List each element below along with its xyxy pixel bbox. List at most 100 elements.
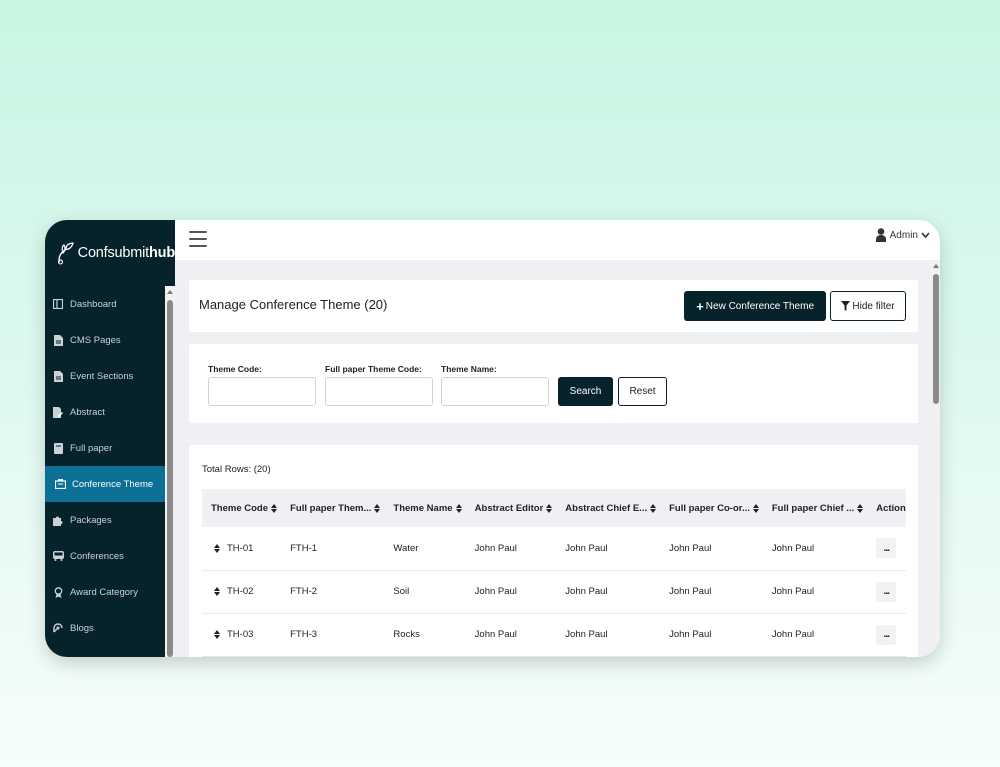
sidebar-item-event-sections[interactable]: Event Sections [45, 358, 165, 394]
column-header-theme-name[interactable]: Theme Name [384, 489, 465, 527]
scroll-up-icon[interactable] [933, 264, 939, 268]
main-scrollbar[interactable] [932, 260, 940, 657]
sort-icon[interactable] [374, 503, 381, 513]
sidebar-item-conference-theme[interactable]: Conference Theme [45, 466, 165, 502]
full-paper-code-cell: FTH-1 [290, 542, 318, 554]
leaf-logo-icon [57, 242, 74, 265]
app-window: Confsubmithub Dashboard CMS Pages Event … [45, 220, 940, 657]
blog-icon [52, 622, 64, 634]
filter-panel: Theme Code: Full paper Theme Code: Theme… [189, 344, 918, 423]
new-conference-theme-label: New Conference Theme [705, 300, 814, 312]
drag-sort-icon[interactable] [214, 586, 220, 596]
sidebar-scrollbar[interactable] [165, 286, 175, 657]
table-row: TH-03 FTH-3 Rocks John Paul John Paul Jo… [202, 613, 906, 656]
table-card: Total Rows: (20) Theme Code Full paper T… [189, 445, 918, 657]
document-edit-icon [52, 406, 64, 418]
column-header-action: Action [876, 502, 906, 514]
drag-sort-icon[interactable] [214, 543, 220, 553]
sidebar-item-label: CMS Pages [70, 334, 121, 346]
full-paper-theme-code-input[interactable] [325, 377, 433, 406]
theme-name-cell: Soil [393, 586, 410, 597]
theme-name-label: Theme Name: [441, 364, 497, 374]
sidebar-scroll-thumb[interactable] [167, 300, 173, 657]
top-bar: Admin [175, 220, 940, 260]
theme-code-cell: TH-02 [202, 570, 281, 613]
hide-filter-label: Hide filter [852, 300, 895, 312]
action-cell: ... [867, 613, 906, 656]
brand-name: Confsubmithub [77, 245, 176, 261]
theme-name-cell: Rocks [393, 629, 420, 640]
content: Manage Conference Theme (20) + New Confe… [189, 280, 918, 657]
sort-icon[interactable] [455, 503, 462, 513]
main-area: Admin Manage Conference Theme (20) + New… [175, 220, 940, 657]
bus-icon [52, 550, 64, 562]
full-paper-coordinator-cell: John Paul [669, 542, 712, 554]
abstract-editor-cell: John Paul [474, 542, 517, 554]
sidebar-item-label: Conferences [70, 550, 124, 562]
scroll-up-icon[interactable] [167, 290, 173, 294]
document-icon [52, 334, 64, 346]
sidebar-item-label: Abstract [70, 406, 105, 418]
drag-sort-icon[interactable] [214, 629, 220, 639]
dashboard-icon [52, 298, 64, 310]
paper-icon [52, 442, 64, 454]
theme-name-input[interactable] [441, 377, 549, 406]
sort-icon[interactable] [650, 503, 657, 513]
puzzle-icon [52, 514, 64, 526]
more-actions-button[interactable]: ... [876, 538, 897, 559]
column-header-full-paper-chief[interactable]: Full paper Chief ... [763, 489, 867, 527]
user-menu[interactable]: Admin [875, 228, 930, 242]
total-rows: Total Rows: (20) [202, 464, 271, 475]
sidebar-item-blogs[interactable]: Blogs [45, 610, 165, 646]
more-actions-button[interactable]: ... [876, 624, 897, 645]
theme-code-cell: TH-01 [202, 527, 281, 570]
full-paper-chief-cell: John Paul [771, 629, 815, 640]
sidebar-item-conferences[interactable]: Conferences [45, 538, 165, 574]
conference-theme-table: Theme Code Full paper Them... Theme Name… [202, 489, 906, 657]
action-cell: ... [867, 527, 906, 570]
abstract-editor-cell: John Paul [474, 629, 517, 640]
document-icon [52, 370, 64, 382]
menu-icon[interactable] [189, 231, 207, 247]
sidebar-item-packages[interactable]: Packages [45, 502, 165, 538]
column-header-abstract-editor[interactable]: Abstract Editor [466, 489, 557, 527]
page-title: Manage Conference Theme (20) [199, 297, 388, 312]
sort-icon[interactable] [857, 503, 864, 513]
column-header-full-paper-coordinator[interactable]: Full paper Co-or... [660, 489, 763, 527]
sort-icon[interactable] [546, 503, 553, 513]
theme-code-input[interactable] [208, 377, 316, 406]
more-actions-button[interactable]: ... [876, 581, 897, 602]
sidebar-item-dashboard[interactable]: Dashboard [45, 286, 165, 322]
full-paper-chief-cell: John Paul [771, 542, 815, 554]
new-conference-theme-button[interactable]: + New Conference Theme [684, 291, 826, 321]
full-paper-coordinator-cell: John Paul [669, 586, 712, 597]
sidebar-item-label: Conference Theme [72, 478, 154, 490]
full-paper-chief-cell: John Paul [771, 586, 815, 597]
column-header-full-paper-theme[interactable]: Full paper Them... [281, 489, 384, 527]
sidebar-item-full-paper[interactable]: Full paper [45, 430, 165, 466]
brand-logo[interactable]: Confsubmithub [45, 220, 175, 286]
sort-icon[interactable] [271, 503, 278, 513]
full-paper-coordinator-cell: John Paul [669, 629, 712, 640]
search-button[interactable]: Search [558, 377, 613, 406]
sidebar-item-label: Dashboard [70, 298, 117, 310]
theme-code-cell: TH-03 [202, 613, 281, 656]
abstract-editor-cell: John Paul [474, 586, 517, 597]
table-row: TH-02 FTH-2 Soil John Paul John Paul Joh… [202, 570, 906, 613]
reset-button[interactable]: Reset [618, 377, 667, 406]
column-header-abstract-chief-editor[interactable]: Abstract Chief E... [556, 489, 660, 527]
page-header-card: Manage Conference Theme (20) + New Confe… [189, 280, 918, 332]
sort-icon[interactable] [752, 503, 759, 513]
filter-icon [841, 301, 851, 311]
sidebar-item-label: Full paper [70, 442, 113, 454]
sidebar-item-cms-pages[interactable]: CMS Pages [45, 322, 165, 358]
plus-icon: + [696, 298, 704, 314]
sidebar-item-abstract[interactable]: Abstract [45, 394, 165, 430]
hide-filter-button[interactable]: Hide filter [830, 291, 906, 321]
main-scroll-thumb[interactable] [933, 274, 939, 404]
theme-code-label: Theme Code: [208, 364, 262, 374]
sidebar-item-award-category[interactable]: Award Category [45, 574, 165, 610]
column-header-theme-code[interactable]: Theme Code [202, 489, 281, 527]
abstract-chief-editor-cell: John Paul [565, 542, 608, 554]
user-icon [875, 228, 886, 242]
